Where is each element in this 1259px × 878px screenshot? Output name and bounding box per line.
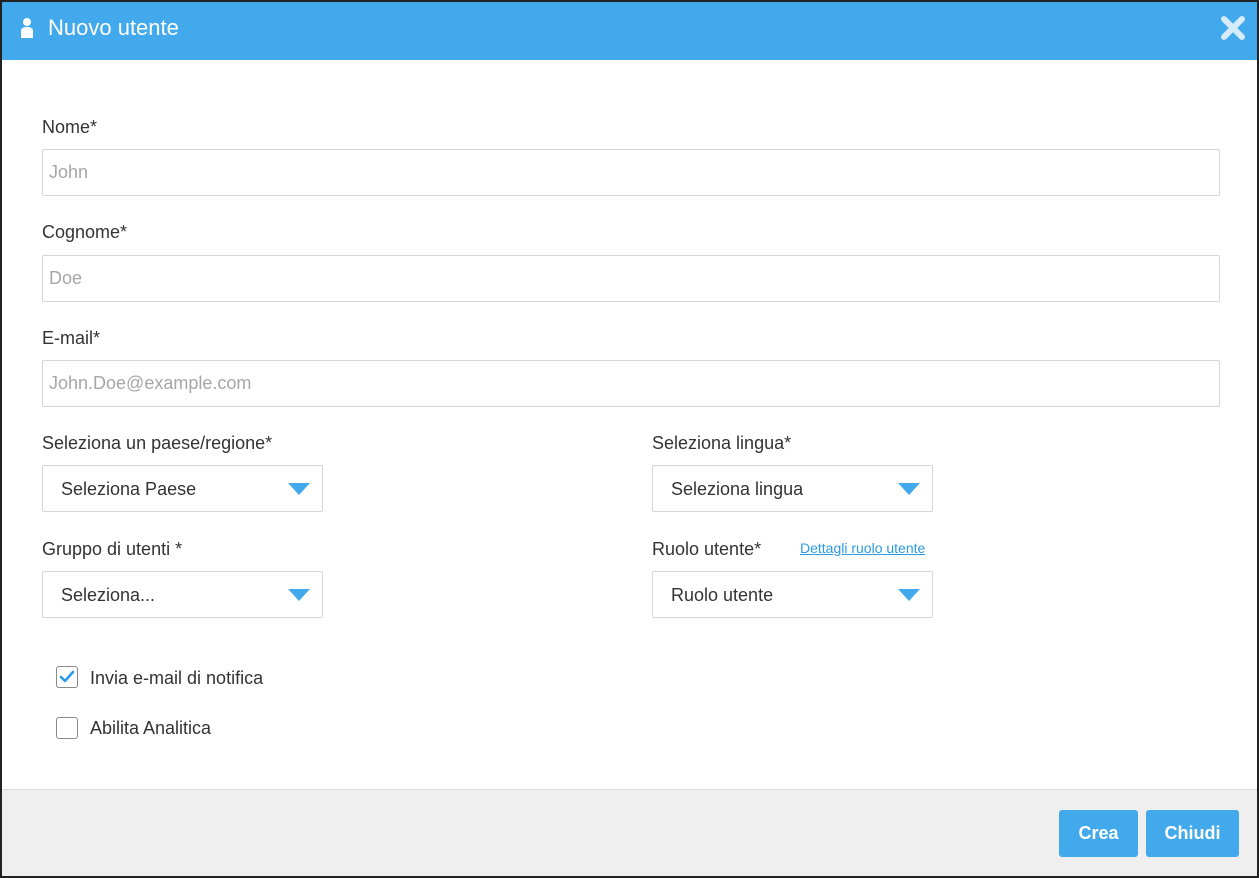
country-select[interactable]: Seleziona Paese xyxy=(42,465,323,512)
new-user-dialog: Nuovo utente Nome* Cognome* E-mail* Sele… xyxy=(0,0,1259,878)
user-group-select-value: Seleziona... xyxy=(61,585,156,605)
language-label: Seleziona lingua* xyxy=(652,433,792,453)
last-name-input[interactable] xyxy=(42,255,1220,302)
language-select-value: Seleziona lingua xyxy=(671,479,804,499)
first-name-label: Nome* xyxy=(42,117,98,137)
dialog-header: Nuovo utente xyxy=(2,2,1257,60)
caret-down-icon xyxy=(288,483,310,495)
enable-analytics-label: Abilita Analitica xyxy=(90,718,212,738)
user-role-label: Ruolo utente* xyxy=(652,539,762,559)
close-icon[interactable] xyxy=(1219,14,1247,42)
close-button[interactable]: Chiudi xyxy=(1146,810,1239,857)
user-group-label: Gruppo di utenti * xyxy=(42,539,183,559)
country-select-value: Seleziona Paese xyxy=(61,479,197,499)
notify-email-label: Invia e-mail di notifica xyxy=(90,668,264,688)
email-label: E-mail* xyxy=(42,328,101,348)
dialog-footer: Crea Chiudi xyxy=(2,789,1257,876)
caret-down-icon xyxy=(898,483,920,495)
caret-down-icon xyxy=(288,589,310,601)
user-group-select[interactable]: Seleziona... xyxy=(42,571,323,618)
user-role-select-value: Ruolo utente xyxy=(671,585,774,605)
dialog-title: Nuovo utente xyxy=(48,15,179,40)
enable-analytics-checkbox[interactable] xyxy=(56,717,78,739)
checkmark-icon xyxy=(59,670,75,683)
user-role-select[interactable]: Ruolo utente xyxy=(652,571,933,618)
last-name-label: Cognome* xyxy=(42,222,128,242)
country-label: Seleziona un paese/regione* xyxy=(42,433,273,453)
language-select[interactable]: Seleziona lingua xyxy=(652,465,933,512)
notify-email-checkbox[interactable] xyxy=(56,666,78,688)
first-name-input[interactable] xyxy=(42,149,1220,196)
user-role-details-link[interactable]: Dettagli ruolo utente xyxy=(800,539,925,557)
email-input[interactable] xyxy=(42,360,1220,407)
create-button[interactable]: Crea xyxy=(1059,810,1138,857)
user-icon xyxy=(21,18,33,38)
caret-down-icon xyxy=(898,589,920,601)
